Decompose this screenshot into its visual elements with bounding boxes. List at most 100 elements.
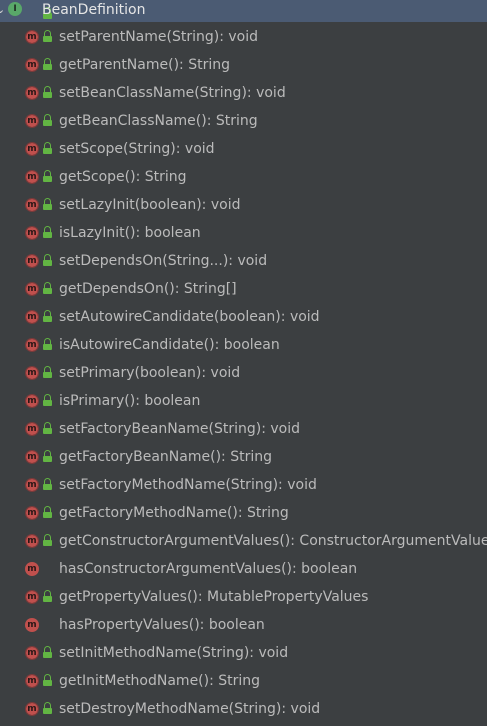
tree-method-item[interactable]: m setFactoryMethodName(String): void [0, 471, 487, 499]
tree-method-item[interactable]: m getDependsOn(): String[] [0, 275, 487, 303]
abstract-method-icon: m [25, 450, 39, 464]
interface-icon: I [8, 2, 22, 16]
public-lock-icon [43, 114, 52, 126]
tree-method-item[interactable]: m isAutowireCandidate(): boolean [0, 331, 487, 359]
tree-root-node[interactable]: ⌄ I BeanDefinition [0, 0, 487, 22]
method-signature-label: setFactoryBeanName(String): void [59, 421, 301, 437]
method-signature-label: getConstructorArgumentValues(): Construc… [59, 533, 487, 549]
public-lock-icon [43, 338, 52, 350]
method-signature-label: setFactoryMethodName(String): void [59, 477, 317, 493]
abstract-method-icon: m [25, 702, 39, 716]
tree-method-item[interactable]: m setBeanClassName(String): void [0, 79, 487, 107]
public-lock-icon [43, 646, 52, 658]
public-lock-icon [43, 198, 52, 210]
public-lock-icon [43, 506, 52, 518]
method-signature-label: setLazyInit(boolean): void [59, 197, 241, 213]
tree-method-item[interactable]: m setFactoryBeanName(String): void [0, 415, 487, 443]
public-lock-icon [43, 142, 52, 154]
public-lock-icon [43, 366, 52, 378]
tree-method-item[interactable]: m getInitMethodName(): String [0, 667, 487, 695]
abstract-method-icon: m [25, 86, 39, 100]
method-signature-label: getBeanClassName(): String [59, 113, 258, 129]
tree-method-item[interactable]: m hasPropertyValues(): boolean [0, 611, 487, 639]
method-icon: m [25, 618, 39, 632]
method-signature-label: setDependsOn(String...): void [59, 253, 268, 269]
public-lock-icon [43, 254, 52, 266]
tree-method-item[interactable]: m isLazyInit(): boolean [0, 219, 487, 247]
structure-tree: ⌄ I BeanDefinition m setParentName(String… [0, 0, 487, 726]
tree-method-item[interactable]: m setParentName(String): void [0, 23, 487, 51]
public-lock-icon [43, 422, 52, 434]
public-lock-icon [43, 394, 52, 406]
method-signature-label: getFactoryBeanName(): String [59, 449, 272, 465]
abstract-method-icon: m [25, 114, 39, 128]
public-lock-icon [43, 478, 52, 490]
tree-method-item[interactable]: m setScope(String): void [0, 135, 487, 163]
method-list: m setParentName(String): void m getParentNa… [0, 23, 487, 723]
tree-method-item[interactable]: m getScope(): String [0, 163, 487, 191]
tree-method-item[interactable]: m getConstructorArgumentValues(): Constru… [0, 527, 487, 555]
method-signature-label: getDependsOn(): String[] [59, 281, 237, 297]
method-signature-label: setInitMethodName(String): void [59, 645, 289, 661]
abstract-method-icon: m [25, 170, 39, 184]
public-lock-icon [43, 226, 52, 238]
method-signature-label: getScope(): String [59, 169, 187, 185]
abstract-method-icon: m [25, 534, 39, 548]
public-lock-icon [43, 30, 52, 42]
expand-arrow-icon[interactable]: ⌄ [0, 3, 8, 17]
abstract-method-icon: m [25, 310, 39, 324]
public-lock-icon [43, 534, 52, 546]
tree-method-item[interactable]: m setAutowireCandidate(boolean): void [0, 303, 487, 331]
public-lock-icon [43, 170, 52, 182]
method-signature-label: getPropertyValues(): MutablePropertyValu… [59, 589, 369, 605]
abstract-method-icon: m [25, 590, 39, 604]
tree-method-item[interactable]: m setInitMethodName(String): void [0, 639, 487, 667]
abstract-method-icon: m [25, 30, 39, 44]
tree-method-item[interactable]: m setDependsOn(String...): void [0, 247, 487, 275]
abstract-method-icon: m [25, 58, 39, 72]
method-signature-label: getInitMethodName(): String [59, 673, 261, 689]
tree-method-item[interactable]: m getBeanClassName(): String [0, 107, 487, 135]
tree-method-item[interactable]: m setPrimary(boolean): void [0, 359, 487, 387]
method-signature-label: isAutowireCandidate(): boolean [59, 337, 280, 353]
tree-method-item[interactable]: m hasConstructorArgumentValues(): boolean [0, 555, 487, 583]
public-lock-icon [43, 450, 52, 462]
abstract-method-icon: m [25, 506, 39, 520]
public-lock-icon [43, 310, 52, 322]
tree-method-item[interactable]: m setLazyInit(boolean): void [0, 191, 487, 219]
tree-method-item[interactable]: m getPropertyValues(): MutablePropertyVal… [0, 583, 487, 611]
abstract-method-icon: m [25, 226, 39, 240]
abstract-method-icon: m [25, 478, 39, 492]
tree-method-item[interactable]: m getFactoryBeanName(): String [0, 443, 487, 471]
method-signature-label: setParentName(String): void [59, 29, 259, 45]
abstract-method-icon: m [25, 366, 39, 380]
abstract-method-icon: m [25, 142, 39, 156]
abstract-method-icon: m [25, 198, 39, 212]
method-signature-label: setScope(String): void [59, 141, 215, 157]
tree-method-item[interactable]: m getParentName(): String [0, 51, 487, 79]
abstract-method-icon: m [25, 338, 39, 352]
tree-method-item[interactable]: m getFactoryMethodName(): String [0, 499, 487, 527]
method-signature-label: hasConstructorArgumentValues(): boolean [59, 561, 358, 577]
abstract-method-icon: m [25, 422, 39, 436]
abstract-method-icon: m [25, 394, 39, 408]
method-icon: m [25, 562, 39, 576]
method-signature-label: setAutowireCandidate(boolean): void [59, 309, 320, 325]
tree-method-item[interactable]: m setDestroyMethodName(String): void [0, 695, 487, 723]
abstract-method-icon: m [25, 282, 39, 296]
public-lock-icon [43, 674, 52, 686]
public-lock-icon [43, 58, 52, 70]
method-signature-label: getParentName(): String [59, 57, 230, 73]
public-lock-icon [43, 86, 52, 98]
abstract-method-icon: m [25, 674, 39, 688]
method-signature-label: hasPropertyValues(): boolean [59, 617, 265, 633]
public-lock-icon [43, 282, 52, 294]
method-signature-label: isLazyInit(): boolean [59, 225, 201, 241]
public-lock-icon [43, 702, 52, 714]
tree-method-item[interactable]: m isPrimary(): boolean [0, 387, 487, 415]
abstract-method-icon: m [25, 646, 39, 660]
root-node-label: BeanDefinition [42, 2, 146, 18]
method-signature-label: isPrimary(): boolean [59, 393, 201, 409]
method-signature-label: setDestroyMethodName(String): void [59, 701, 321, 717]
method-signature-label: getFactoryMethodName(): String [59, 505, 289, 521]
